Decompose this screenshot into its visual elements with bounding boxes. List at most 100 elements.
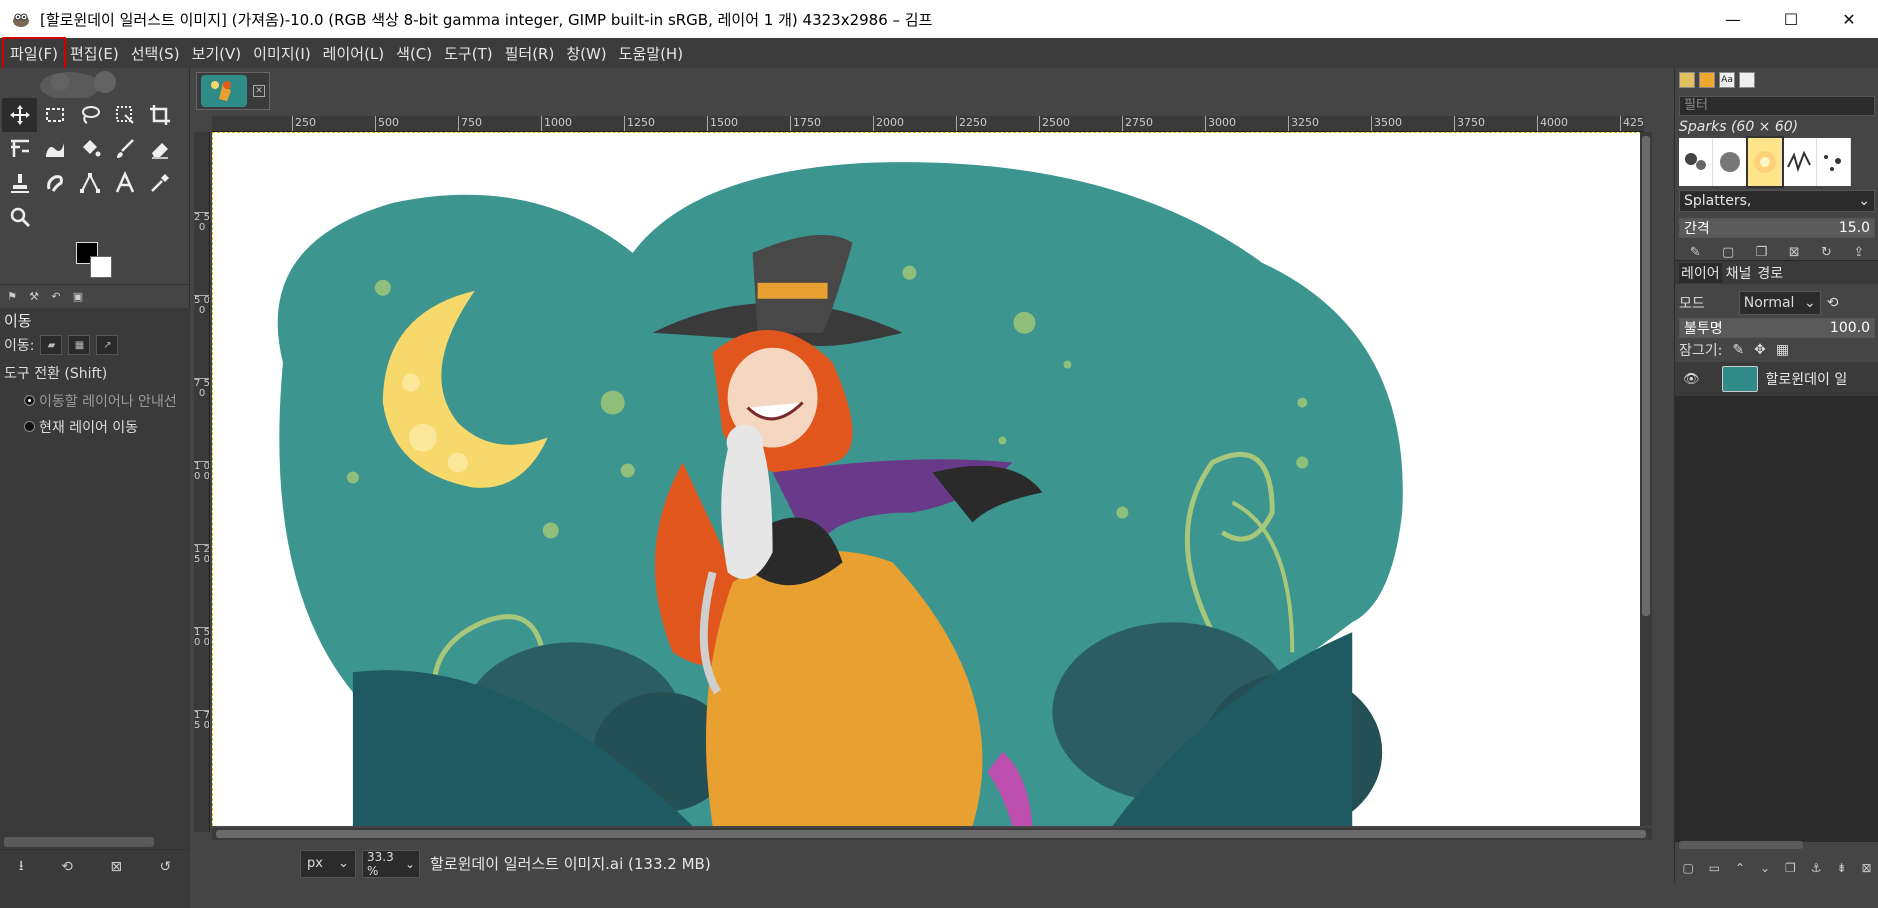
delete-brush-icon[interactable]: ⊠ bbox=[1789, 245, 1800, 260]
menu-windows[interactable]: 창(W) bbox=[560, 39, 612, 68]
horizontal-ruler[interactable]: 250 500 750 1000 1250 1500 1750 2000 225… bbox=[212, 116, 1644, 132]
image-tab[interactable]: ✕ bbox=[196, 72, 270, 110]
document-history-tab-icon[interactable] bbox=[1739, 72, 1755, 88]
spacing-spinner[interactable]: 간격 15.0 bbox=[1679, 218, 1875, 238]
restore-tool-preset-icon[interactable]: ⟲ bbox=[61, 859, 73, 875]
close-image-tab-icon[interactable]: ✕ bbox=[253, 85, 265, 97]
vertical-ruler[interactable]: 2 5 0 5 0 0 7 5 0 1 0 0 0 1 2 5 0 1 5 0 … bbox=[194, 132, 210, 832]
reset-tool-options-icon[interactable]: ↺ bbox=[160, 859, 172, 875]
zoom-tool-icon[interactable] bbox=[2, 200, 37, 234]
tab-paths[interactable]: 경로 bbox=[1755, 263, 1785, 283]
tool-options-tab-icon[interactable]: ⚑ bbox=[4, 289, 20, 305]
maximize-button[interactable]: ☐ bbox=[1762, 0, 1820, 38]
new-layer-icon[interactable]: ▢ bbox=[1682, 861, 1693, 875]
menu-file[interactable]: 파일(F) bbox=[2, 36, 66, 70]
brush-grid[interactable] bbox=[1679, 136, 1852, 188]
lock-pixels-icon[interactable]: ✎ bbox=[1732, 342, 1744, 358]
menu-help[interactable]: 도움말(H) bbox=[613, 39, 689, 68]
brushes-tab-icon[interactable] bbox=[1679, 72, 1695, 88]
paths-tool-icon[interactable] bbox=[72, 166, 107, 200]
crop-tool-icon[interactable] bbox=[142, 98, 177, 132]
warp-tool-icon[interactable] bbox=[37, 132, 72, 166]
tab-channels[interactable]: 채널 bbox=[1724, 263, 1754, 283]
pick-layer-radio-label[interactable]: 이동할 레이어나 안내선 bbox=[39, 394, 177, 410]
background-color-swatch[interactable] bbox=[90, 256, 112, 278]
horizontal-scrollbar-thumb[interactable] bbox=[216, 830, 1646, 838]
brush-cell-selected[interactable] bbox=[1745, 136, 1785, 188]
brush-cell[interactable] bbox=[1713, 138, 1748, 186]
clone-tool-icon[interactable] bbox=[2, 166, 37, 200]
move-selection-toggle[interactable]: ▦ bbox=[68, 335, 91, 355]
open-brush-icon[interactable]: ⇪ bbox=[1853, 245, 1864, 260]
lock-position-icon[interactable]: ✥ bbox=[1754, 342, 1766, 358]
anchor-layer-icon[interactable]: ⚓ bbox=[1811, 861, 1822, 875]
layers-scrollbar[interactable] bbox=[1679, 841, 1803, 849]
active-layer-radio-label[interactable]: 현재 레이어 이동 bbox=[39, 420, 138, 436]
duplicate-layer-icon[interactable]: ❐ bbox=[1785, 861, 1796, 875]
minimize-button[interactable]: — bbox=[1704, 0, 1762, 38]
layer-mode-select[interactable]: Normal ⌄ bbox=[1738, 291, 1821, 315]
merge-layer-icon[interactable]: ⇟ bbox=[1836, 861, 1846, 875]
unit-select[interactable]: px ⌄ bbox=[300, 849, 356, 878]
mode-reset-icon[interactable]: ⟲ bbox=[1827, 295, 1839, 311]
menu-tools[interactable]: 도구(T) bbox=[438, 39, 498, 68]
refresh-brushes-icon[interactable]: ↻ bbox=[1821, 245, 1832, 260]
brush-cell[interactable] bbox=[1817, 138, 1852, 186]
eye-icon[interactable]: 👁 bbox=[1683, 372, 1700, 387]
brush-cell[interactable] bbox=[1679, 138, 1714, 186]
pick-layer-radio[interactable] bbox=[24, 395, 35, 406]
duplicate-brush-icon[interactable]: ❐ bbox=[1756, 245, 1768, 260]
close-button[interactable]: ✕ bbox=[1820, 0, 1878, 38]
device-status-tab-icon[interactable]: ⚒ bbox=[26, 289, 42, 305]
menu-layer[interactable]: 레이어(L) bbox=[317, 39, 390, 68]
color-picker-tool-icon[interactable] bbox=[142, 166, 177, 200]
patterns-tab-icon[interactable] bbox=[1699, 72, 1715, 88]
bucket-fill-tool-icon[interactable] bbox=[72, 132, 107, 166]
save-tool-preset-icon[interactable]: ⭳ bbox=[19, 855, 24, 879]
text-tool-icon[interactable] bbox=[107, 166, 142, 200]
move-tool-icon[interactable] bbox=[2, 98, 37, 132]
zoom-select[interactable]: 33.3 % ⌄ bbox=[362, 849, 420, 878]
undo-history-tab-icon[interactable]: ↶ bbox=[48, 289, 64, 305]
delete-layer-icon[interactable]: ⊠ bbox=[1861, 861, 1871, 875]
canvas-viewport[interactable] bbox=[212, 132, 1652, 826]
layer-row[interactable]: 👁 할로윈데이 일 bbox=[1675, 362, 1878, 396]
eraser-tool-icon[interactable] bbox=[142, 132, 177, 166]
new-brush-icon[interactable]: ▢ bbox=[1722, 245, 1734, 260]
vertical-scrollbar-thumb[interactable] bbox=[1642, 136, 1650, 616]
menu-view[interactable]: 보기(V) bbox=[186, 39, 248, 68]
lower-layer-icon[interactable]: ⌄ bbox=[1760, 861, 1770, 875]
rect-select-tool-icon[interactable] bbox=[37, 98, 72, 132]
fg-bg-color-selector[interactable] bbox=[72, 238, 122, 288]
unified-transform-tool-icon[interactable] bbox=[2, 132, 37, 166]
raise-layer-icon[interactable]: ⌃ bbox=[1735, 861, 1745, 875]
delete-tool-preset-icon[interactable]: ⊠ bbox=[110, 859, 122, 875]
tab-layers[interactable]: 레이어 bbox=[1679, 262, 1722, 283]
brush-filter-input[interactable]: 필터 bbox=[1679, 96, 1875, 116]
menu-image[interactable]: 이미지(I) bbox=[247, 39, 317, 68]
move-layer-toggle[interactable]: ▰ bbox=[40, 335, 63, 355]
menu-select[interactable]: 선택(S) bbox=[125, 39, 186, 68]
new-layer-group-icon[interactable]: ▭ bbox=[1709, 861, 1720, 875]
brush-preset-select[interactable]: Splatters, ⌄ bbox=[1679, 190, 1875, 212]
move-path-toggle[interactable]: ↗ bbox=[96, 335, 119, 355]
edit-brush-icon[interactable]: ✎ bbox=[1690, 245, 1701, 260]
opacity-spinner[interactable]: 불투명 100.0 bbox=[1679, 318, 1875, 338]
toolbox-scrollbar[interactable] bbox=[4, 837, 154, 847]
image-canvas[interactable] bbox=[212, 132, 1652, 826]
menu-filters[interactable]: 필터(R) bbox=[499, 39, 561, 68]
menu-edit[interactable]: 편집(E) bbox=[64, 39, 125, 68]
layer-name[interactable]: 할로윈데이 일 bbox=[1766, 369, 1848, 389]
vertical-scrollbar[interactable] bbox=[1640, 132, 1652, 826]
horizontal-scrollbar[interactable] bbox=[212, 828, 1652, 840]
lasso-tool-icon[interactable] bbox=[72, 98, 107, 132]
smudge-tool-icon[interactable] bbox=[37, 166, 72, 200]
brush-cell[interactable] bbox=[1782, 138, 1817, 186]
images-tab-icon[interactable]: ▣ bbox=[70, 289, 86, 305]
active-layer-radio[interactable] bbox=[24, 421, 35, 432]
menu-colors[interactable]: 색(C) bbox=[390, 39, 438, 68]
lock-alpha-icon[interactable]: ▦ bbox=[1776, 342, 1789, 358]
fonts-tab-icon[interactable]: Aa bbox=[1719, 72, 1735, 88]
fuzzy-select-tool-icon[interactable] bbox=[107, 98, 142, 132]
paintbrush-tool-icon[interactable] bbox=[107, 132, 142, 166]
